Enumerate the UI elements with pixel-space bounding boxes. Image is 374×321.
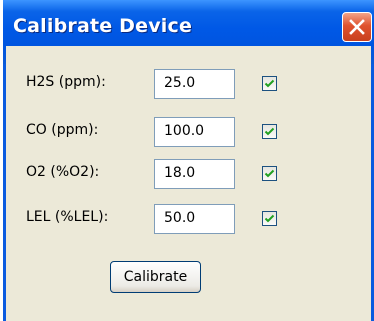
h2s-input[interactable]: 25.0: [154, 69, 235, 99]
h2s-label: H2S (ppm):: [26, 74, 106, 90]
o2-input[interactable]: 18.0: [154, 159, 235, 189]
window-title: Calibrate Device: [13, 15, 193, 37]
check-icon: [264, 214, 275, 223]
check-icon: [264, 127, 275, 136]
o2-label: O2 (%O2):: [26, 164, 100, 180]
lel-checkbox[interactable]: [262, 211, 277, 226]
check-icon: [264, 169, 275, 178]
co-label: CO (ppm):: [26, 122, 99, 138]
o2-checkbox[interactable]: [262, 166, 277, 181]
lel-label: LEL (%LEL):: [26, 209, 109, 225]
co-input[interactable]: 100.0: [154, 117, 235, 147]
h2s-checkbox[interactable]: [262, 76, 277, 91]
dialog-body: H2S (ppm): 25.0 CO (ppm): 100.0 O2 (%O2)…: [6, 46, 371, 321]
calibrate-button[interactable]: Calibrate: [110, 261, 201, 293]
close-icon: [349, 19, 365, 35]
close-button[interactable]: [342, 12, 372, 42]
lel-input[interactable]: 50.0: [154, 204, 235, 234]
calibrate-device-window: Calibrate Device H2S (ppm): 25.0 CO (ppm…: [3, 0, 374, 321]
check-icon: [264, 79, 275, 88]
co-checkbox[interactable]: [262, 124, 277, 139]
